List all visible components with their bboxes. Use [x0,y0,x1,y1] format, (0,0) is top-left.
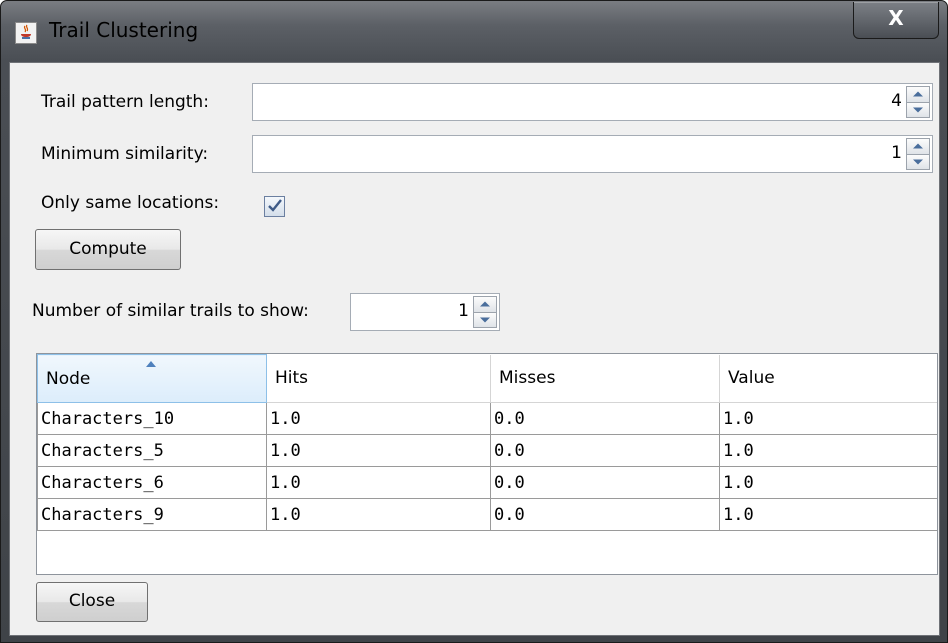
similar-trails-value[interactable]: 1 [458,294,469,328]
minimum-similarity-value[interactable]: 1 [891,136,902,170]
dialog-window: Trail Clustering X Trail pattern length:… [0,0,948,643]
column-header-hits[interactable]: Hits [266,354,491,403]
spinner-down-icon[interactable] [906,102,930,118]
trail-pattern-length-spinner[interactable]: 4 [252,83,933,121]
trail-pattern-length-label: Trail pattern length: [41,92,209,112]
window-close-button[interactable]: X [853,2,939,39]
cell-hits[interactable]: 1.0 [266,434,491,467]
cell-misses[interactable]: 0.0 [490,466,720,499]
similar-trails-label: Number of similar trails to show: [32,301,309,321]
checkmark-icon [268,199,282,212]
column-header-value[interactable]: Value [719,354,937,403]
cell-node[interactable]: Characters_5 [37,434,267,467]
spinner-down-icon[interactable] [906,154,930,170]
java-coffee-cup-icon [15,22,37,44]
cell-hits[interactable]: 1.0 [266,498,491,531]
cell-misses[interactable]: 0.0 [490,402,720,435]
column-header-misses[interactable]: Misses [490,354,720,403]
table-row[interactable]: Characters_6 1.0 0.0 1.0 [37,466,937,499]
trail-pattern-length-value[interactable]: 4 [891,84,902,118]
cell-misses[interactable]: 0.0 [490,498,720,531]
results-table[interactable]: Node Hits Misses Value Characters_10 1.0… [36,353,938,575]
spinner-down-icon[interactable] [473,312,497,328]
title-bar[interactable]: Trail Clustering X [1,1,947,61]
column-header-node[interactable]: Node [37,354,267,403]
spinner-up-icon[interactable] [906,138,930,155]
compute-button[interactable]: Compute [35,229,181,270]
minimum-similarity-spinner[interactable]: 1 [252,135,933,173]
table-row[interactable]: Characters_10 1.0 0.0 1.0 [37,402,937,435]
cell-node[interactable]: Characters_6 [37,466,267,499]
spinner-up-icon[interactable] [473,296,497,313]
cell-value[interactable]: 1.0 [719,402,937,435]
table-header-row: Node Hits Misses Value [37,354,937,403]
cell-hits[interactable]: 1.0 [266,402,491,435]
cell-value[interactable]: 1.0 [719,434,937,467]
cell-value[interactable]: 1.0 [719,466,937,499]
cell-value[interactable]: 1.0 [719,498,937,531]
similar-trails-spinner[interactable]: 1 [350,293,500,331]
cell-misses[interactable]: 0.0 [490,434,720,467]
only-same-locations-label: Only same locations: [41,193,220,213]
window-title: Trail Clustering [49,18,199,42]
dialog-content: Trail pattern length: 4 Minimum similari… [9,62,940,636]
table-row[interactable]: Characters_9 1.0 0.0 1.0 [37,498,937,531]
cell-node[interactable]: Characters_10 [37,402,267,435]
cell-node[interactable]: Characters_9 [37,498,267,531]
only-same-locations-checkbox[interactable] [264,196,285,217]
sort-ascending-icon [146,361,156,367]
minimum-similarity-label: Minimum similarity: [41,144,209,164]
cell-hits[interactable]: 1.0 [266,466,491,499]
table-row[interactable]: Characters_5 1.0 0.0 1.0 [37,434,937,467]
spinner-up-icon[interactable] [906,86,930,103]
close-button[interactable]: Close [36,582,148,622]
